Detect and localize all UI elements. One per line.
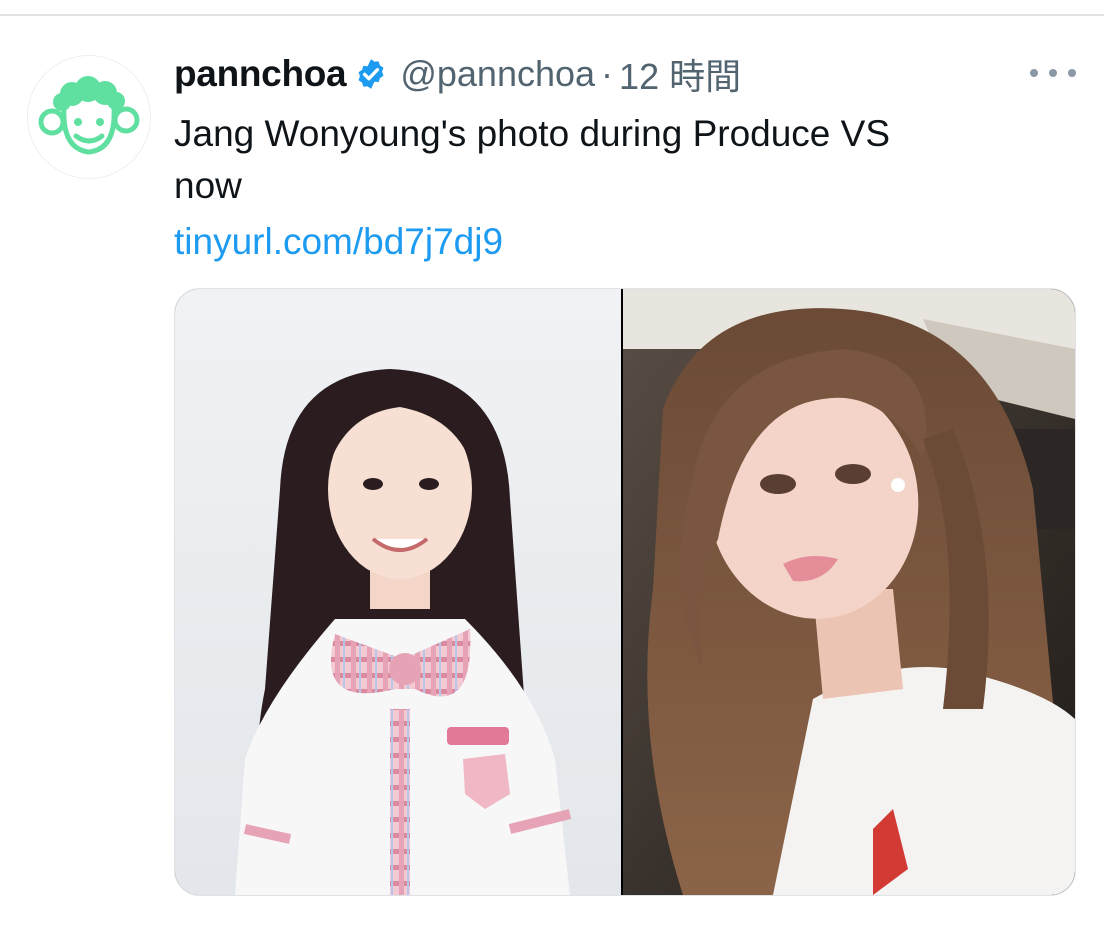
avatar[interactable] <box>28 56 150 178</box>
more-horizontal-icon <box>1068 69 1076 77</box>
tweet-text-line: now <box>174 165 242 206</box>
verified-badge-icon <box>354 57 388 91</box>
author-handle[interactable]: @pannchoa <box>400 53 595 95</box>
top-divider <box>0 14 1104 16</box>
tweet-header: pannchoa @pannchoa · 12 時間 <box>174 50 741 98</box>
more-horizontal-icon <box>1049 69 1057 77</box>
media-grid <box>174 288 1076 896</box>
separator-dot: · <box>601 53 614 94</box>
mint-sheep-face-icon <box>28 56 150 178</box>
more-options-button[interactable] <box>1030 58 1076 88</box>
author-display-name[interactable]: pannchoa <box>174 53 347 95</box>
tweet-text: Jang Wonyoung's photo during Produce VS … <box>174 108 1054 212</box>
timestamp[interactable]: 12 時間 <box>619 48 741 100</box>
photo-right[interactable] <box>623 289 1075 895</box>
photo-left[interactable] <box>175 289 621 895</box>
more-horizontal-icon <box>1030 69 1038 77</box>
tweet-link[interactable]: tinyurl.com/bd7j7dj9 <box>174 216 503 268</box>
tweet-text-line: Jang Wonyoung's photo during Produce VS <box>174 113 891 154</box>
